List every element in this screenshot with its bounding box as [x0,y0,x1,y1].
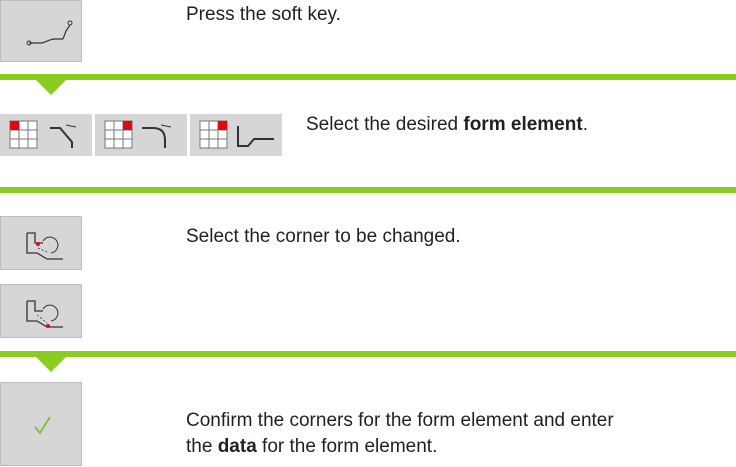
step-1-text: Press the soft key. [186,4,341,25]
rounding-softkey[interactable] [95,114,187,156]
separator-bar-1 [0,74,736,80]
contour-edit-softkey[interactable] [0,0,82,62]
form-element-softkeys [0,114,282,156]
corner-select-next-icon [26,300,63,328]
step-arrow-3 [36,357,66,372]
step-4-line-2: the data for the form element. [186,436,438,457]
contour-edit-icon [26,20,73,46]
corner-select-next-softkey[interactable] [0,284,82,338]
undercut-softkey[interactable] [190,114,282,156]
confirm-softkey[interactable] [0,382,82,466]
separator-bar-3 [0,351,736,357]
chamfer-softkey[interactable] [0,114,92,156]
step-arrow-1 [36,80,66,95]
chamfer-icon [9,120,77,149]
step-2-text: Select the desired form element. [306,114,588,135]
separator-bar-2 [0,187,736,193]
rounding-icon [104,120,172,149]
confirm-check-icon [34,416,51,435]
step-3-text: Select the corner to be changed. [186,226,461,247]
corner-select-prev-icon [26,232,63,260]
corner-select-prev-softkey[interactable] [0,216,82,270]
undercut-icon [199,120,274,149]
